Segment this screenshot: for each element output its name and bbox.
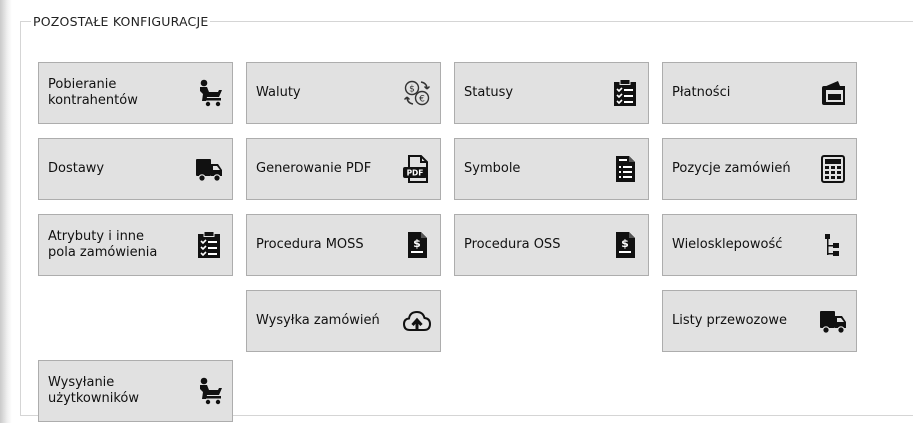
clipboard-checklist-icon <box>610 78 640 108</box>
hierarchy-icon <box>818 230 848 260</box>
svg-text:€: € <box>419 95 425 105</box>
wielosklepowosc-button[interactable]: Wielosklepowość <box>662 214 857 276</box>
generowanie-pdf-button[interactable]: Generowanie PDF PDF <box>246 138 441 200</box>
person-cart-icon <box>194 78 224 108</box>
button-label: Atrybuty i inne pola zamówienia <box>48 229 158 260</box>
dostawy-button[interactable]: Dostawy <box>38 138 233 200</box>
button-label: Wysyłka zamówień <box>256 313 380 328</box>
svg-text:$: $ <box>621 237 629 250</box>
wysylka-zamowien-button[interactable]: Wysyłka zamówień <box>246 290 441 352</box>
svg-text:$: $ <box>409 85 415 95</box>
window-left-shadow <box>0 0 12 423</box>
procedura-moss-button[interactable]: Procedura MOSS $ <box>246 214 441 276</box>
clipboard-checklist-icon <box>194 230 224 260</box>
button-label: Wysyłanie użytkowników <box>48 375 140 406</box>
button-label: Płatności <box>672 85 731 100</box>
pozycje-zamowien-button[interactable]: Pozycje zamówień <box>662 138 857 200</box>
dollar-document-icon: $ <box>402 230 432 260</box>
wysylanie-uzytkownikow-button[interactable]: Wysyłanie użytkowników <box>38 360 233 422</box>
button-label: Pozycje zamówień <box>672 161 791 176</box>
person-cart-icon <box>194 376 224 406</box>
delivery-truck-icon <box>194 154 224 184</box>
button-label: Symbole <box>464 161 521 176</box>
pobieranie-kontrahentow-button[interactable]: Pobieranie kontrahentów <box>38 62 233 124</box>
listy-przewozowe-button[interactable]: Listy przewozowe <box>662 290 857 352</box>
button-label: Procedura MOSS <box>256 237 364 252</box>
button-label: Procedura OSS <box>464 237 561 252</box>
button-label: Generowanie PDF <box>256 161 372 176</box>
button-label: Pobieranie kontrahentów <box>48 77 138 108</box>
calculator-icon <box>818 154 848 184</box>
button-label: Listy przewozowe <box>672 313 787 328</box>
document-list-icon <box>610 154 640 184</box>
button-label: Dostawy <box>48 161 105 176</box>
svg-text:PDF: PDF <box>407 169 424 178</box>
procedura-oss-button[interactable]: Procedura OSS $ <box>454 214 649 276</box>
other-config-group: POZOSTAŁE KONFIGURACJE Pobieranie kontra… <box>20 14 913 422</box>
cloud-upload-icon <box>402 306 432 336</box>
dollar-document-icon: $ <box>610 230 640 260</box>
button-label: Statusy <box>464 85 514 100</box>
button-label: Waluty <box>256 85 301 100</box>
atrybuty-button[interactable]: Atrybuty i inne pola zamówienia <box>38 214 233 276</box>
delivery-truck-icon <box>818 306 848 336</box>
symbole-button[interactable]: Symbole <box>454 138 649 200</box>
svg-text:$: $ <box>413 237 421 250</box>
group-title: POZOSTAŁE KONFIGURACJE <box>33 14 209 29</box>
pdf-file-icon: PDF <box>402 154 432 184</box>
button-label: Wielosklepowość <box>672 237 783 252</box>
platnosci-button[interactable]: Płatności <box>662 62 857 124</box>
currency-exchange-icon: $ € <box>402 78 432 108</box>
waluty-button[interactable]: Waluty $ € <box>246 62 441 124</box>
wallet-icon <box>818 78 848 108</box>
statusy-button[interactable]: Statusy <box>454 62 649 124</box>
